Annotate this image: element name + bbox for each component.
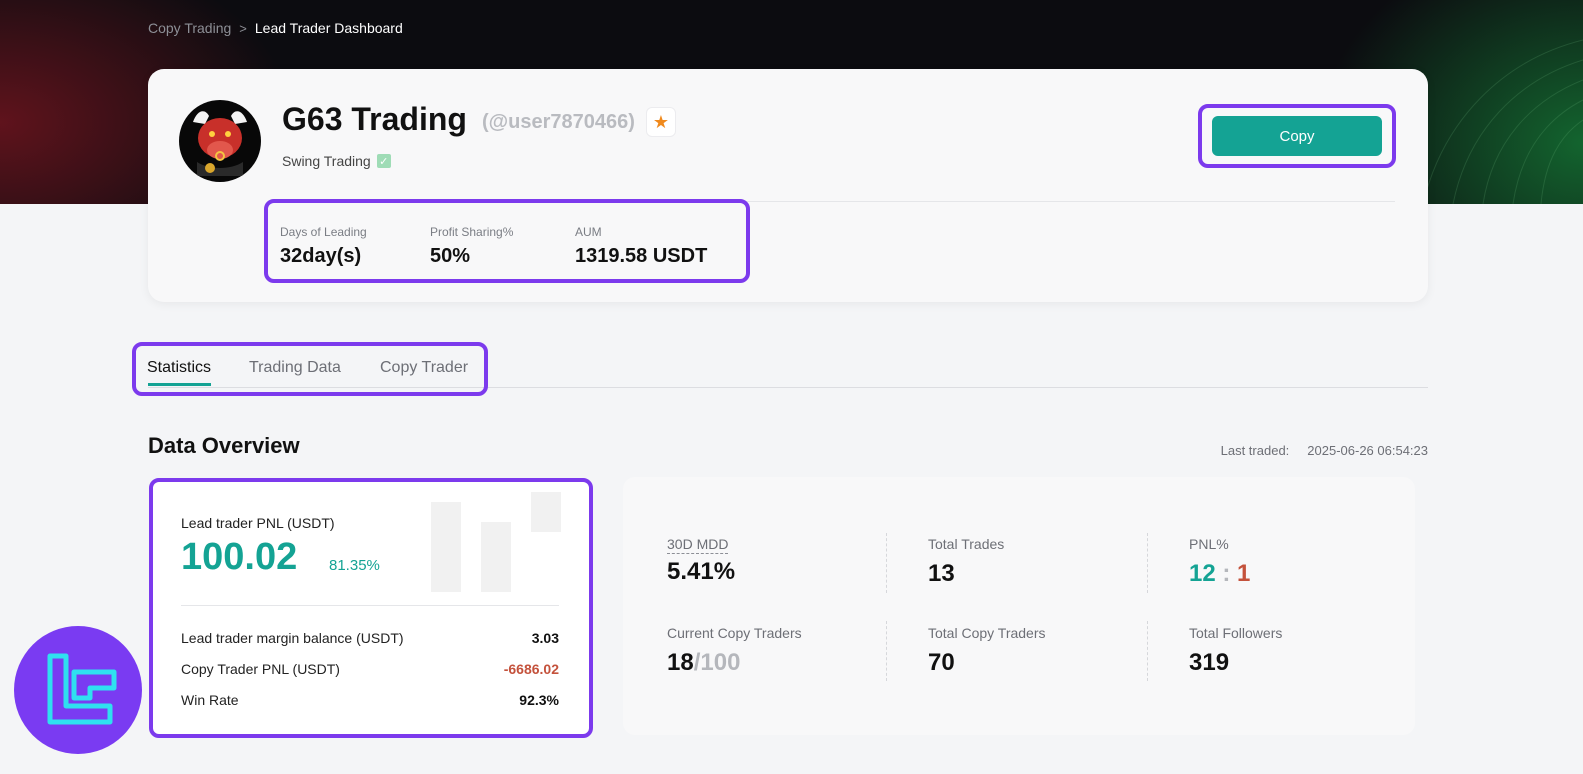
row-label: Lead trader margin balance (USDT) [181,630,404,646]
metric-current-copy-traders: Current Copy Traders 18/100 [667,625,802,677]
metric-divider [1147,621,1148,681]
metric-divider [886,621,887,681]
row-label: Copy Trader PNL (USDT) [181,661,340,677]
copy-button-highlight: Copy [1198,104,1396,168]
metrics-overview-card: 30D MDD 5.41% Total Trades 13 PNL% 12 : … [623,477,1415,735]
metric-label: Total Trades [928,536,1005,552]
breadcrumb-current: Lead Trader Dashboard [254,20,403,36]
trading-style: Swing Trading ✓ [282,153,391,169]
active-tab-indicator [148,383,211,386]
stat-label: AUM [575,225,602,239]
metric-label[interactable]: 30D MDD [667,536,729,554]
trading-style-label: Swing Trading [282,153,371,169]
trader-stats-highlight: Days of Leading 32day(s) Profit Sharing%… [264,199,750,283]
section-title: Data Overview [148,433,300,458]
stat-value: 1319.58 USDT [575,245,708,267]
lead-trader-pnl-card: Lead trader PNL (USDT) 100.02 81.35% Lea… [149,478,593,738]
metric-divider [1147,533,1148,593]
last-traded: Last traded: 2025-06-26 06:54:23 [1221,443,1428,458]
stat-value: 32day(s) [280,245,362,267]
copy-button[interactable]: Copy [1212,116,1382,156]
brand-logo-icon [14,626,142,754]
metric-label: Total Followers [1189,625,1283,641]
star-icon[interactable]: ★ [646,107,676,137]
row-value: 92.3% [519,692,559,708]
trader-handle: (@user7870466) [482,111,635,133]
metric-value: 5.41% [667,558,736,585]
trader-name: G63 Trading [282,101,467,137]
metric-value: 319 [1189,649,1230,676]
pnl-divider [181,605,559,606]
row-value: 3.03 [531,630,559,646]
current-copy-count: 18 [667,649,694,676]
metric-total-copy-traders: Total Copy Traders 70 [928,625,1046,677]
pnl-value: 100.02 [181,536,298,578]
pnl-row-copy-trader-pnl: Copy Trader PNL (USDT) -6686.02 [181,661,559,677]
row-value: -6686.02 [503,661,559,677]
metric-total-followers: Total Followers 319 [1189,625,1282,677]
breadcrumb: Copy Trading > Lead Trader Dashboard [148,20,403,36]
pnl-percent: 81.35% [329,557,380,574]
pnl-label: Lead trader PNL (USDT) [181,515,335,531]
metric-value: 70 [928,649,955,676]
metric-value: 13 [928,560,955,587]
tab-trading-data[interactable]: Trading Data [249,359,341,377]
row-label: Win Rate [181,692,239,708]
breadcrumb-parent-link[interactable]: Copy Trading [148,20,231,36]
metric-divider [886,533,887,593]
metric-value: 12 : 1 [1189,560,1250,588]
stat-days-leading: Days of Leading 32day(s) [280,225,367,268]
trader-profile-card: G63 Trading (@user7870466) ★ Swing Tradi… [148,69,1428,302]
stat-label: Profit Sharing% [430,225,514,239]
last-traded-label: Last traded: [1220,443,1290,458]
pnl-row-margin-balance: Lead trader margin balance (USDT) 3.03 [181,630,559,646]
stat-aum: AUM 1319.58 USDT [575,225,707,268]
metric-value: 18/100 [667,649,802,677]
pnl-win-count: 12 [1189,560,1216,587]
metric-pnl-ratio: PNL% 12 : 1 [1189,536,1250,588]
metric-30d-mdd: 30D MDD 5.41% [667,536,735,586]
pnl-ratio-separator: : [1222,560,1231,587]
current-copy-max: /100 [693,649,741,676]
last-traded-value: 2025-06-26 06:54:23 [1307,443,1428,458]
stat-value: 50% [430,245,471,267]
pnl-card-watermark [431,492,561,592]
tab-copy-trader[interactable]: Copy Trader [380,359,468,377]
stat-profit-sharing: Profit Sharing% 50% [430,225,513,268]
verified-check-icon: ✓ [376,154,391,168]
pnl-loss-count: 1 [1237,560,1251,587]
tab-statistics[interactable]: Statistics [147,359,211,377]
bull-avatar [179,100,261,182]
metric-label: Current Copy Traders [667,625,802,641]
stat-label: Days of Leading [280,225,367,239]
metric-total-trades: Total Trades 13 [928,536,1004,588]
breadcrumb-separator: > [239,20,247,36]
metric-label: Total Copy Traders [928,625,1046,641]
pnl-row-win-rate: Win Rate 92.3% [181,692,559,708]
metric-label: PNL% [1189,536,1229,552]
